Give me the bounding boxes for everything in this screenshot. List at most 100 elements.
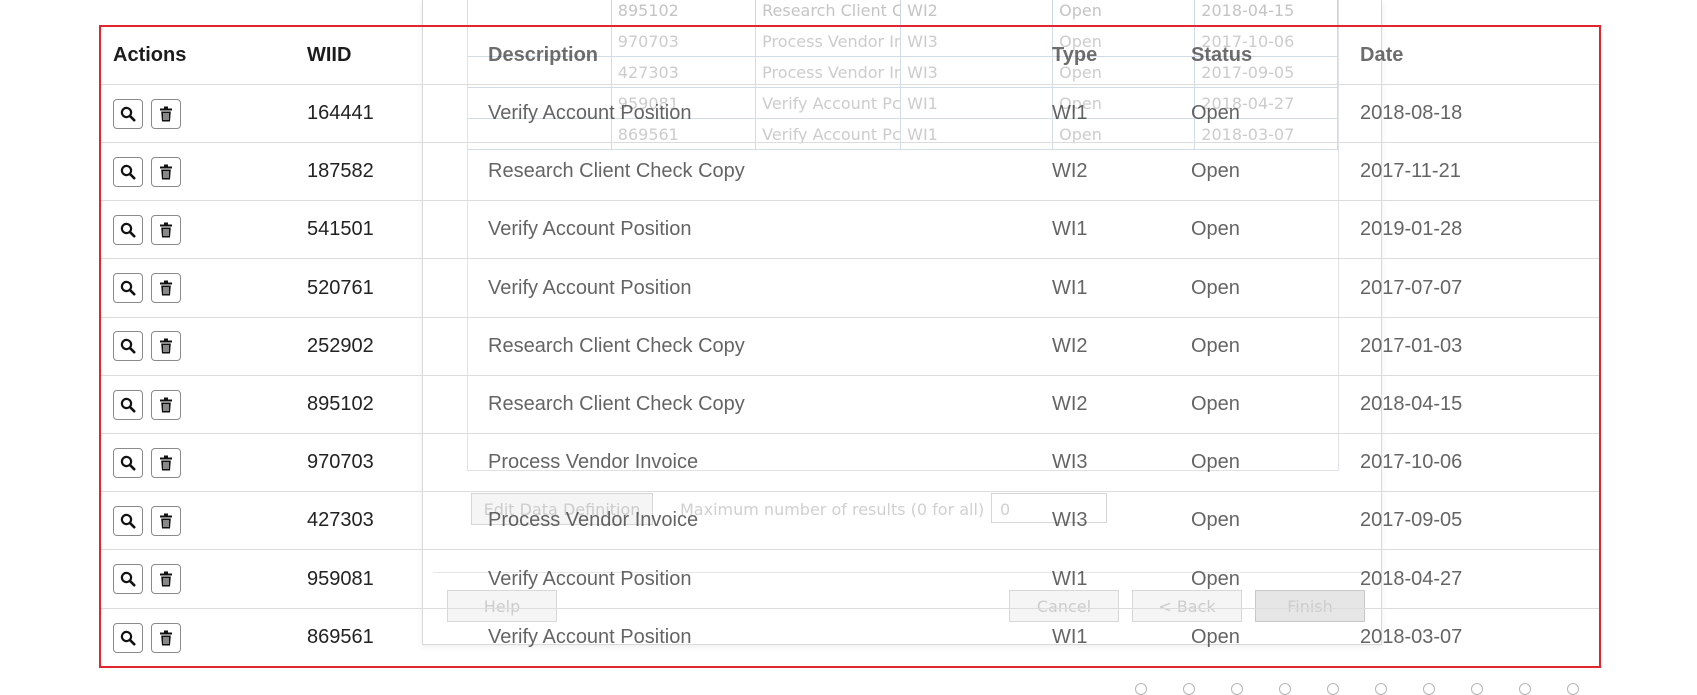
trash-icon (159, 571, 173, 587)
search-icon (120, 338, 136, 354)
delete-button[interactable] (151, 98, 181, 129)
row-actions (113, 551, 189, 608)
trash-icon (159, 280, 173, 296)
table-row[interactable]: 520761 Verify Account Position WI1 Open 2017… (101, 260, 1599, 318)
header-description: Description (488, 44, 599, 66)
ghost-cell-status: Open (1052, 0, 1196, 26)
pagination-dot[interactable] (1327, 683, 1339, 695)
trash-icon (159, 164, 173, 180)
trash-icon (159, 338, 173, 354)
cell-wiid: 895102 (307, 393, 374, 415)
view-button[interactable] (113, 505, 143, 536)
delete-button[interactable] (151, 505, 181, 536)
delete-button[interactable] (151, 564, 181, 595)
delete-button[interactable] (151, 622, 181, 653)
search-icon (120, 164, 136, 180)
view-button[interactable] (113, 98, 143, 129)
table-row[interactable]: 541501 Verify Account Position WI1 Open 2019… (101, 201, 1599, 260)
table-row[interactable]: 895102 Research Client Check Copy WI2 Open 2… (101, 376, 1599, 434)
results-table: Actions WIID Description Type Status Dat… (99, 25, 1601, 668)
cell-description: Verify Account Position (488, 276, 692, 299)
ghost-cell-date: 2018-04-15 (1194, 0, 1338, 26)
pagination-dot[interactable] (1519, 683, 1531, 695)
cell-type: WI1 (1052, 102, 1088, 124)
row-actions (113, 376, 189, 433)
cell-description: Verify Account Position (488, 102, 692, 124)
view-button[interactable] (113, 273, 143, 304)
cell-status: Open (1191, 509, 1240, 532)
header-wiid: WIID (307, 44, 352, 66)
cell-status: Open (1191, 451, 1240, 474)
table-header-row: Actions WIID Description Type Status Dat… (101, 27, 1599, 85)
cell-type: WI2 (1052, 334, 1088, 357)
row-actions (113, 85, 189, 142)
view-button[interactable] (113, 564, 143, 595)
pagination-dot[interactable] (1567, 683, 1579, 695)
search-icon (120, 106, 136, 122)
table-row[interactable]: 970703 Process Vendor Invoice WI3 Open 2017-… (101, 434, 1599, 493)
view-button[interactable] (113, 331, 143, 362)
pagination-dot[interactable] (1231, 683, 1243, 695)
pagination-dot[interactable] (1183, 683, 1195, 695)
cell-type: WI2 (1052, 393, 1088, 415)
ghost-cell-blank (468, 0, 612, 26)
cell-wiid: 970703 (307, 451, 374, 474)
view-button[interactable] (113, 214, 143, 245)
table-row[interactable]: 187582 Research Client Check Copy WI2 Open 2… (101, 143, 1599, 202)
row-actions (113, 318, 189, 375)
cell-description: Research Client Check Copy (488, 160, 745, 183)
table-row[interactable]: 164441 Verify Account Position WI1 Open 2018… (101, 85, 1599, 143)
table-row[interactable]: 252902 Research Client Check Copy WI2 Open 2… (101, 318, 1599, 376)
row-actions (113, 609, 189, 667)
cell-date: 2017-01-03 (1360, 334, 1463, 357)
delete-button[interactable] (151, 447, 181, 478)
pagination-dot[interactable] (1375, 683, 1387, 695)
view-button[interactable] (113, 156, 143, 187)
cell-type: WI1 (1052, 626, 1088, 649)
cell-type: WI3 (1052, 451, 1088, 474)
cell-status: Open (1191, 626, 1240, 649)
trash-icon (159, 455, 173, 471)
trash-icon (159, 397, 173, 413)
table-row[interactable]: 959081 Verify Account Position WI1 Open 2018… (101, 551, 1599, 609)
cell-type: WI3 (1052, 509, 1088, 532)
view-button[interactable] (113, 622, 143, 653)
cell-wiid: 541501 (307, 218, 374, 241)
header-actions: Actions (113, 44, 187, 66)
cell-status: Open (1191, 567, 1240, 590)
delete-button[interactable] (151, 156, 181, 187)
search-icon (120, 513, 136, 529)
cell-date: 2017-07-07 (1360, 276, 1463, 299)
cell-status: Open (1191, 393, 1240, 415)
trash-icon (159, 513, 173, 529)
cell-status: Open (1191, 334, 1240, 357)
header-type: Type (1052, 44, 1098, 66)
cell-wiid: 427303 (307, 509, 374, 532)
delete-button[interactable] (151, 331, 181, 362)
cell-date: 2018-08-18 (1360, 102, 1463, 124)
cell-type: WI1 (1052, 276, 1088, 299)
pagination-dot[interactable] (1279, 683, 1291, 695)
view-button[interactable] (113, 447, 143, 478)
delete-button[interactable] (151, 273, 181, 304)
row-actions (113, 201, 189, 258)
row-actions (113, 434, 189, 491)
pagination-dot[interactable] (1471, 683, 1483, 695)
view-button[interactable] (113, 389, 143, 420)
row-actions (113, 492, 189, 549)
pagination-dot[interactable] (1135, 683, 1147, 695)
trash-icon (159, 630, 173, 646)
delete-button[interactable] (151, 214, 181, 245)
table-row[interactable]: 427303 Process Vendor Invoice WI3 Open 2017-… (101, 492, 1599, 551)
cell-wiid: 520761 (307, 276, 374, 299)
cell-status: Open (1191, 160, 1240, 183)
row-actions (113, 143, 189, 200)
delete-button[interactable] (151, 389, 181, 420)
cell-type: WI1 (1052, 218, 1088, 241)
cell-wiid: 869561 (307, 626, 374, 649)
search-icon (120, 280, 136, 296)
search-icon (120, 571, 136, 587)
pagination-dot[interactable] (1423, 683, 1435, 695)
trash-icon (159, 106, 173, 122)
table-row[interactable]: 869561 Verify Account Position WI1 Open 2018… (101, 609, 1599, 667)
